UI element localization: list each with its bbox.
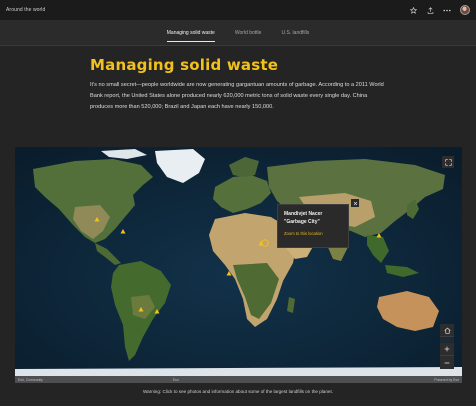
more-icon[interactable]	[443, 6, 451, 14]
home-icon	[443, 327, 451, 334]
map-imagery	[15, 147, 462, 383]
page-title: Managing solid waste	[90, 56, 279, 74]
popup-subtitle: "Garbage City"	[284, 219, 320, 225]
map-attribution: Esri, Community Esri Powered by Esri	[15, 376, 462, 383]
popup-title: Mandivjet Nacer	[284, 211, 323, 217]
map-controls	[440, 324, 454, 369]
minus-icon	[444, 362, 450, 363]
zoom-in-button[interactable]	[440, 343, 454, 356]
map-caption: Warning: Click to see photos and informa…	[142, 389, 334, 394]
close-icon	[353, 201, 357, 205]
tab-world-bottle[interactable]: World bottle	[235, 24, 262, 42]
map-popup: Mandivjet Nacer "Garbage City" Zoom to t…	[277, 199, 359, 248]
tab-managing-solid-waste[interactable]: Managing solid waste	[166, 24, 215, 42]
expand-map-button[interactable]	[442, 156, 454, 168]
attribution-right[interactable]: Powered by Esri	[434, 378, 459, 382]
tab-bar: Managing solid waste World bottle U.S. l…	[0, 20, 476, 46]
expand-icon	[444, 158, 452, 166]
top-bar: Around the world	[0, 0, 476, 20]
avatar[interactable]	[460, 5, 470, 15]
app-title: Around the world	[6, 7, 46, 13]
popup-zoom-link[interactable]: Zoom to this location	[284, 231, 342, 236]
header-actions	[409, 5, 470, 15]
attribution-mid: Esri	[172, 377, 179, 382]
article-body: It's no small secret—people worldwide ar…	[90, 82, 384, 110]
attribution-left: Esri, Community	[18, 377, 43, 382]
plus-icon	[444, 346, 450, 352]
world-map[interactable]: Mandivjet Nacer "Garbage City" Zoom to t…	[15, 147, 462, 383]
tab-us-landfills[interactable]: U.S. landfills	[281, 24, 309, 42]
popup-close-button[interactable]	[351, 199, 359, 207]
zoom-out-button[interactable]	[440, 356, 454, 369]
home-button[interactable]	[440, 324, 454, 337]
star-icon[interactable]	[409, 6, 417, 14]
share-icon[interactable]	[426, 6, 434, 14]
